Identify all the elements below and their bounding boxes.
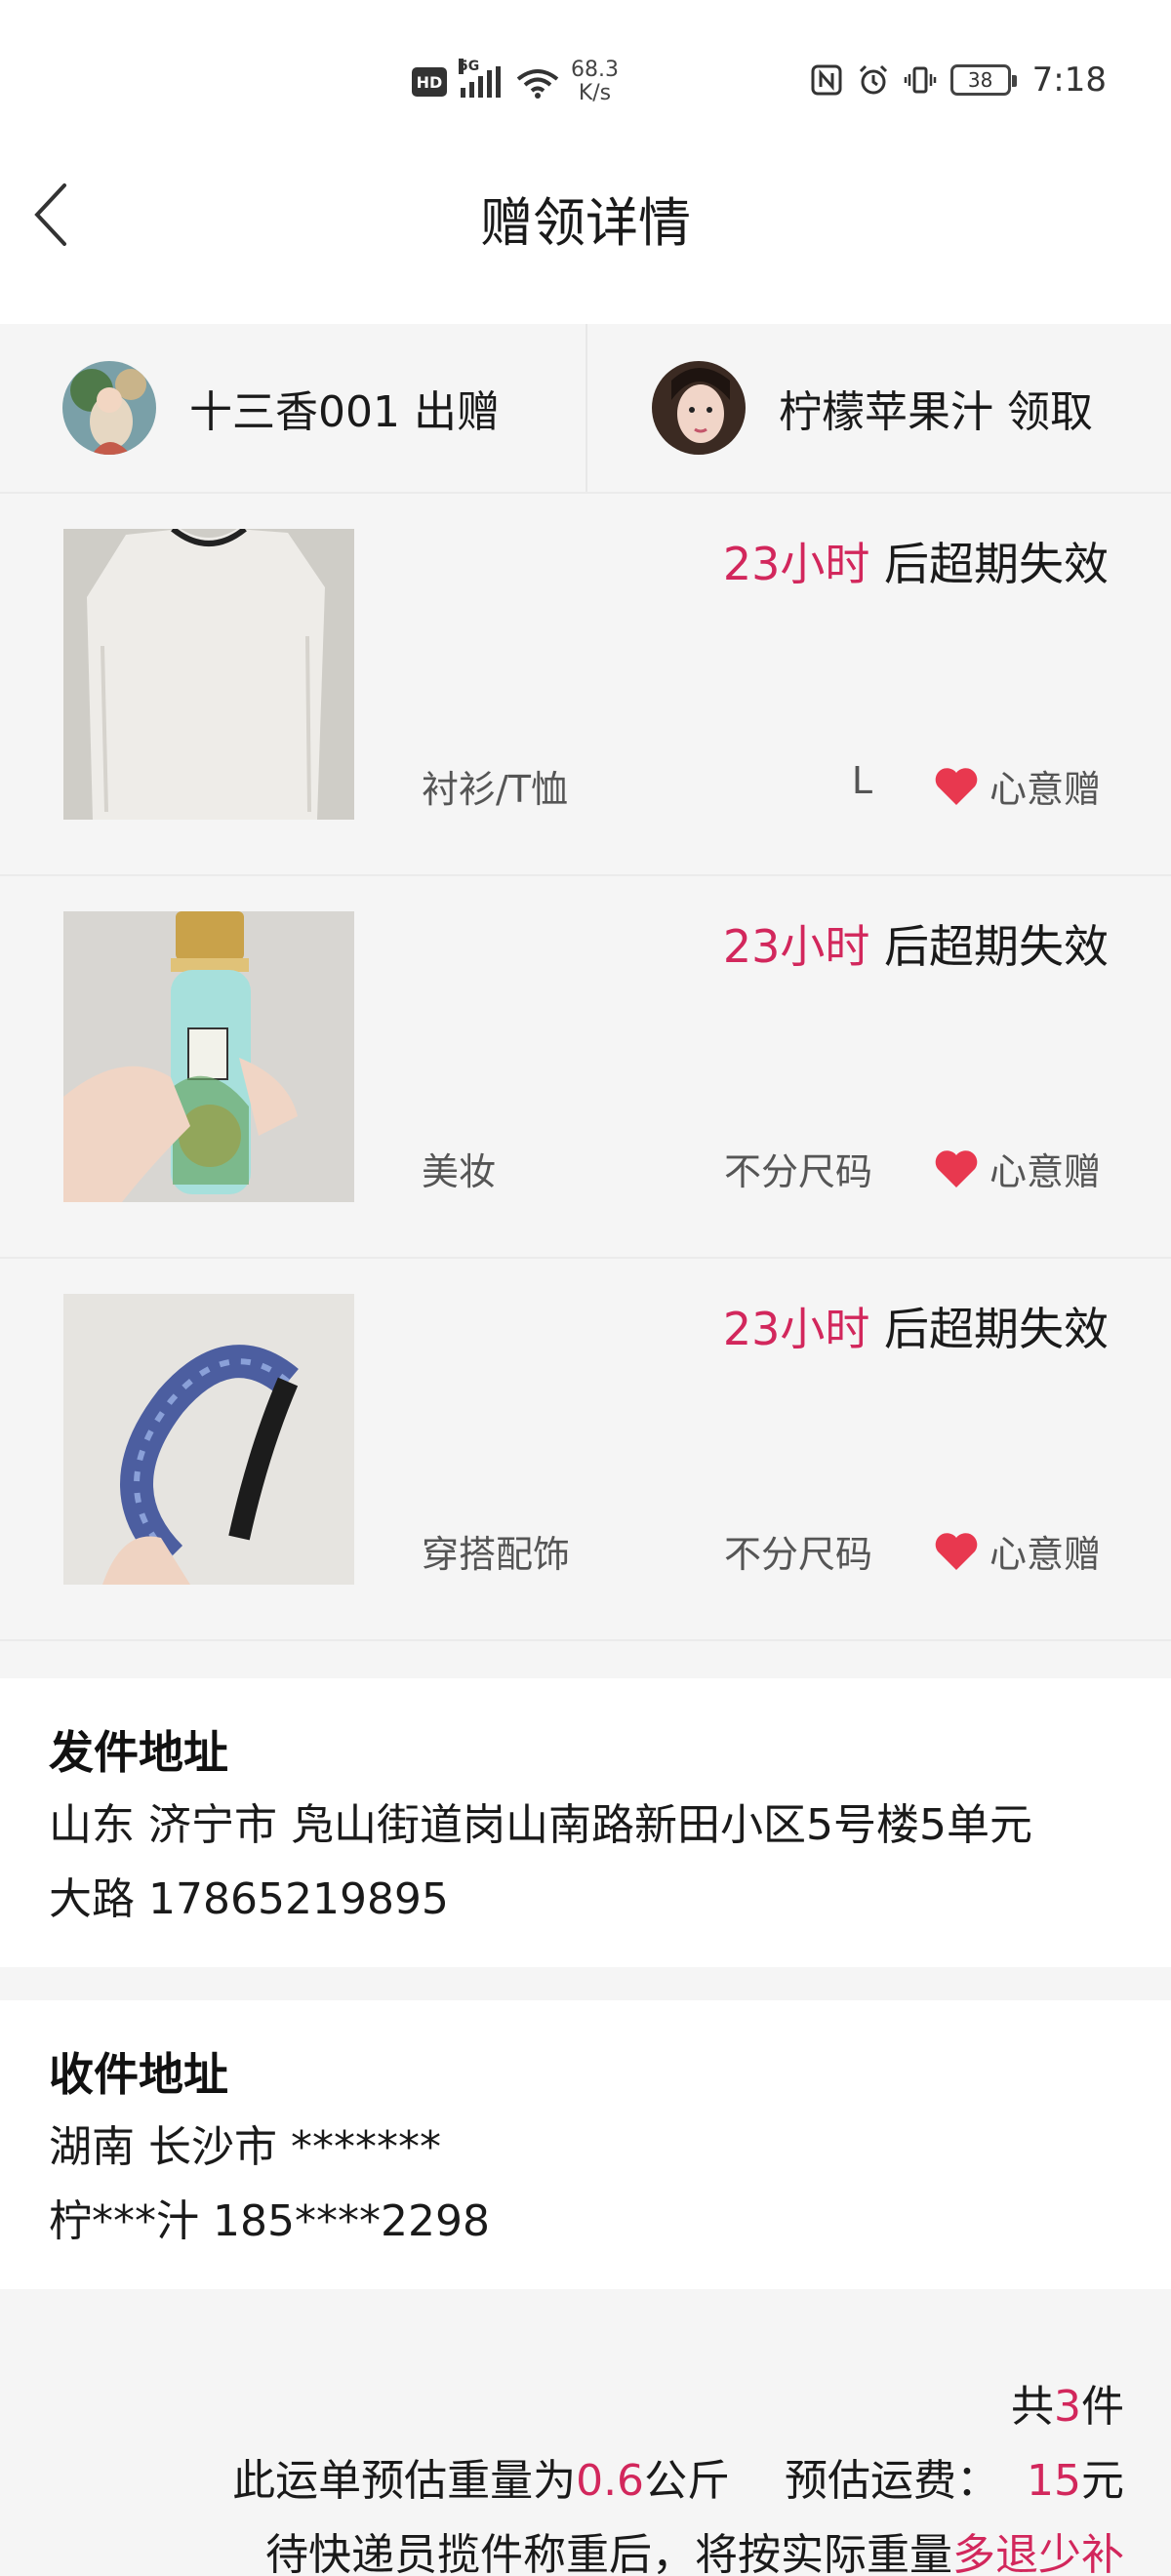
item-photo-cosmetic bbox=[63, 911, 354, 1202]
users-divider bbox=[586, 324, 587, 492]
giver-avatar bbox=[62, 361, 156, 455]
heart-icon bbox=[935, 767, 978, 805]
giver-user[interactable]: 十三香001 出赠 bbox=[62, 324, 500, 492]
fee-value: 15 bbox=[1027, 2456, 1081, 2506]
weight-unit: 公斤 bbox=[644, 2456, 731, 2506]
weight-prefix: 此运单预估重量为 bbox=[232, 2456, 577, 2506]
giver-name: 十三香001 bbox=[189, 387, 400, 437]
expiry-hours: 23小时 bbox=[722, 920, 870, 973]
receiver-name: 柠檬苹果汁 bbox=[779, 387, 993, 437]
receiver-label: 柠檬苹果汁 领取 bbox=[779, 377, 1093, 439]
expiry-hours: 23小时 bbox=[722, 538, 870, 590]
expiry-suffix: 后超期失效 bbox=[869, 920, 1109, 973]
receiver-address-line: 湖南 长沙市 ******* bbox=[49, 2122, 441, 2172]
item-category: 衬衫/T恤 bbox=[422, 768, 569, 811]
receiver-address-heading: 收件地址 bbox=[49, 2048, 228, 2101]
status-left-icons: HD 5G 68.3 K/s bbox=[412, 59, 619, 105]
item-category: 美妆 bbox=[422, 1150, 497, 1193]
gift-tag: 心意赠 bbox=[933, 1142, 1101, 1195]
item-count: 共3件 bbox=[1011, 2371, 1124, 2434]
sender-address-line: 山东 济宁市 凫山街道岗山南路新田小区5号楼5单元 bbox=[49, 1800, 1032, 1850]
giver-action: 出赠 bbox=[413, 387, 500, 437]
heart-icon bbox=[935, 1532, 978, 1570]
speed-value: 68.3 bbox=[571, 58, 619, 82]
item-photo-headband bbox=[63, 1294, 354, 1585]
vibrate-icon bbox=[904, 66, 936, 94]
expiry-suffix: 后超期失效 bbox=[869, 538, 1109, 590]
note-accent: 多退少补 bbox=[952, 2530, 1124, 2576]
item-list: 23小时 后超期失效 衬衫/T恤 L 心意赠 23小时 后超期失效 美妆 不分尺… bbox=[0, 494, 1171, 1641]
gift-label: 心意赠 bbox=[989, 768, 1101, 811]
receiver-user[interactable]: 柠檬苹果汁 领取 bbox=[652, 324, 1093, 492]
receiver-action: 领取 bbox=[1007, 387, 1093, 437]
count-prefix: 共 bbox=[1011, 2382, 1054, 2432]
giver-label: 十三香001 出赠 bbox=[189, 377, 500, 439]
fee-label: 预估运费： bbox=[785, 2456, 1000, 2506]
note-prefix: 待快递员揽件称重后，将按实际重量 bbox=[265, 2530, 952, 2576]
page-title: 赠领详情 bbox=[480, 192, 691, 254]
expiry-hours: 23小时 bbox=[722, 1303, 870, 1355]
count-suffix: 件 bbox=[1081, 2382, 1124, 2432]
gift-tag: 心意赠 bbox=[933, 1524, 1101, 1578]
network-type-label: 5G bbox=[459, 59, 480, 74]
sender-address-heading: 发件地址 bbox=[49, 1726, 228, 1779]
receiver-address-card: 收件地址 湖南 长沙市 ******* 柠***汁 185****2298 bbox=[0, 2000, 1171, 2289]
cell-signal-icon: 5G bbox=[459, 59, 501, 98]
list-item[interactable]: 23小时 后超期失效 美妆 不分尺码 心意赠 bbox=[0, 876, 1171, 1259]
sender-contact-line: 大路 17865219895 bbox=[49, 1874, 449, 1924]
item-category: 穿搭配饰 bbox=[422, 1533, 571, 1576]
item-photo-shirt bbox=[63, 529, 354, 820]
item-size: 不分尺码 bbox=[723, 1150, 872, 1193]
heart-icon bbox=[935, 1149, 978, 1187]
expiry-suffix: 后超期失效 bbox=[869, 1303, 1109, 1355]
expiry-text: 23小时 后超期失效 bbox=[723, 529, 1109, 593]
nfc-icon bbox=[811, 64, 842, 96]
speed-unit: K/s bbox=[578, 81, 612, 105]
fee-unit: 元 bbox=[1081, 2456, 1124, 2506]
status-right-icons: 38 7:18 bbox=[810, 60, 1107, 100]
gift-label: 心意赠 bbox=[989, 1533, 1101, 1576]
list-item[interactable]: 23小时 后超期失效 衬衫/T恤 L 心意赠 bbox=[0, 494, 1171, 876]
item-size: 不分尺码 bbox=[723, 1533, 872, 1576]
weight-value: 0.6 bbox=[576, 2456, 645, 2506]
weight-fee-line: 此运单预估重量为0.6公斤 预估运费： 15元 bbox=[232, 2445, 1124, 2508]
status-bar: HD 5G 68.3 K/s 38 7:18 bbox=[0, 0, 1171, 172]
sender-address-card: 发件地址 山东 济宁市 凫山街道岗山南路新田小区5号楼5单元 大路 178652… bbox=[0, 1678, 1171, 1967]
clock: 7:18 bbox=[1031, 60, 1107, 100]
users-row: 十三香001 出赠 柠檬苹果汁 领取 bbox=[0, 324, 1171, 494]
receiver-contact-line: 柠***汁 185****2298 bbox=[49, 2196, 490, 2246]
count-value: 3 bbox=[1054, 2382, 1081, 2432]
gift-label: 心意赠 bbox=[989, 1150, 1101, 1193]
hd-badge: HD bbox=[412, 67, 447, 97]
expiry-text: 23小时 后超期失效 bbox=[723, 911, 1109, 976]
item-size: L bbox=[851, 759, 872, 802]
refund-note: 待快递员揽件称重后，将按实际重量多退少补 bbox=[265, 2519, 1124, 2576]
network-speed: 68.3 K/s bbox=[571, 59, 619, 105]
gift-tag: 心意赠 bbox=[933, 759, 1101, 813]
shipping-summary: 共3件 此运单预估重量为0.6公斤 预估运费： 15元 待快递员揽件称重后，将按… bbox=[0, 2289, 1171, 2576]
alarm-icon bbox=[859, 64, 887, 95]
battery-icon: 38 bbox=[949, 64, 1017, 96]
expiry-text: 23小时 后超期失效 bbox=[723, 1294, 1109, 1358]
list-item[interactable]: 23小时 后超期失效 穿搭配饰 不分尺码 心意赠 bbox=[0, 1259, 1171, 1641]
wifi-icon bbox=[516, 69, 559, 99]
receiver-avatar bbox=[652, 361, 746, 455]
